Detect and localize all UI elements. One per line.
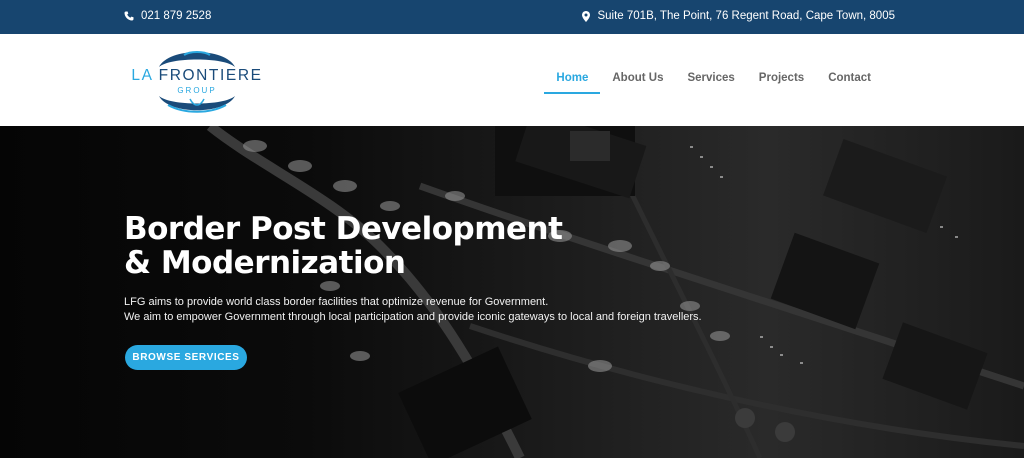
map-pin-icon bbox=[582, 10, 591, 22]
phone-number: 021 879 2528 bbox=[141, 10, 212, 22]
hero-title-line1: Border Post Development bbox=[124, 211, 563, 247]
nav-projects[interactable]: Projects bbox=[747, 72, 816, 94]
nav-about-us[interactable]: About Us bbox=[600, 72, 675, 94]
top-contact-bar: 021 879 2528 Suite 701B, The Point, 76 R… bbox=[0, 0, 1024, 34]
hero-title-line2: & Modernization bbox=[124, 245, 406, 281]
address-text: Suite 701B, The Point, 76 Regent Road, C… bbox=[597, 10, 895, 22]
phone-contact[interactable]: 021 879 2528 bbox=[124, 10, 211, 22]
nav-services[interactable]: Services bbox=[675, 72, 746, 94]
site-header: LA FRONTIERE GROUP Home About Us Service… bbox=[0, 34, 1024, 126]
site-logo[interactable]: LA FRONTIERE GROUP bbox=[124, 43, 270, 117]
logo-word-la: LA bbox=[131, 67, 153, 84]
hero-description: LFG aims to provide world class border f… bbox=[124, 295, 702, 325]
logo-word-frontiere: FRONTIERE bbox=[158, 67, 263, 84]
nav-home[interactable]: Home bbox=[544, 72, 601, 94]
browse-services-button[interactable]: BROWSE SERVICES bbox=[125, 345, 247, 370]
hero-title: Border Post Development & Modernization bbox=[124, 211, 563, 281]
hero-text-line2: We aim to empower Government through loc… bbox=[124, 311, 702, 323]
hero-text-line1: LFG aims to provide world class border f… bbox=[124, 296, 549, 308]
address-contact: Suite 701B, The Point, 76 Regent Road, C… bbox=[582, 10, 895, 22]
phone-icon bbox=[124, 11, 134, 21]
main-nav: Home About Us Services Projects Contact bbox=[544, 72, 883, 94]
logo-word-group: GROUP bbox=[177, 86, 217, 95]
aerial-background-image bbox=[206, 126, 1024, 458]
hero-banner: Border Post Development & Modernization … bbox=[0, 126, 1024, 458]
nav-contact[interactable]: Contact bbox=[816, 72, 883, 94]
